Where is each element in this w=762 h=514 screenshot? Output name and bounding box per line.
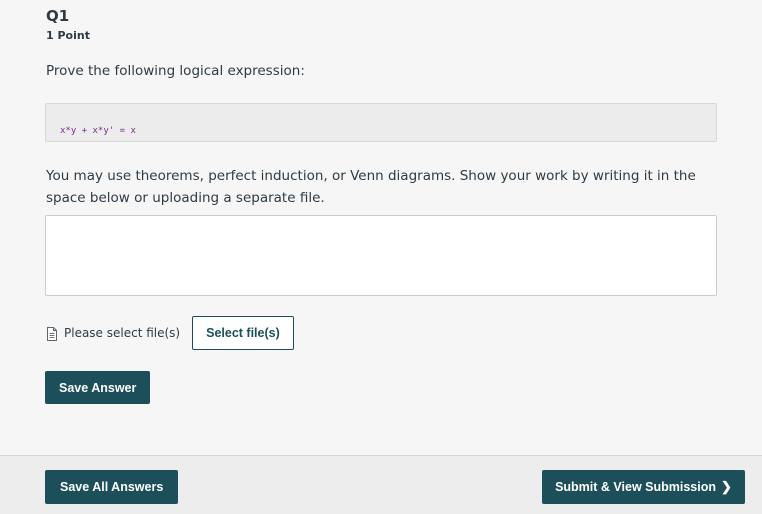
question-prompt: Prove the following logical expression: (46, 63, 305, 79)
question-title: Q1 (46, 7, 70, 25)
chevron-right-icon: ❯ (721, 479, 732, 494)
save-answer-button[interactable]: Save Answer (45, 371, 151, 404)
file-icon (46, 326, 58, 341)
expression-code-block: x*y + x*y' = x (45, 103, 717, 142)
answer-textarea[interactable] (45, 215, 717, 296)
select-files-button[interactable]: Select file(s) (192, 316, 294, 350)
question-page: Q1 1 Point Prove the following logical e… (0, 0, 762, 514)
file-upload-label: Please select file(s) (64, 326, 181, 340)
file-upload-row: Please select file(s) Select file(s) (46, 316, 294, 350)
footer-bar: Save All Answers Submit & View Submissio… (0, 455, 762, 514)
expression-text: x*y + x*y' = x (60, 126, 136, 136)
question-instructions: You may use theorems, perfect induction,… (46, 168, 696, 206)
submit-button-label: Submit & View Submission (555, 480, 716, 494)
save-all-answers-button[interactable]: Save All Answers (45, 470, 179, 504)
question-points: 1 Point (46, 29, 90, 42)
submit-view-submission-button[interactable]: Submit & View Submission ❯ (542, 470, 745, 504)
